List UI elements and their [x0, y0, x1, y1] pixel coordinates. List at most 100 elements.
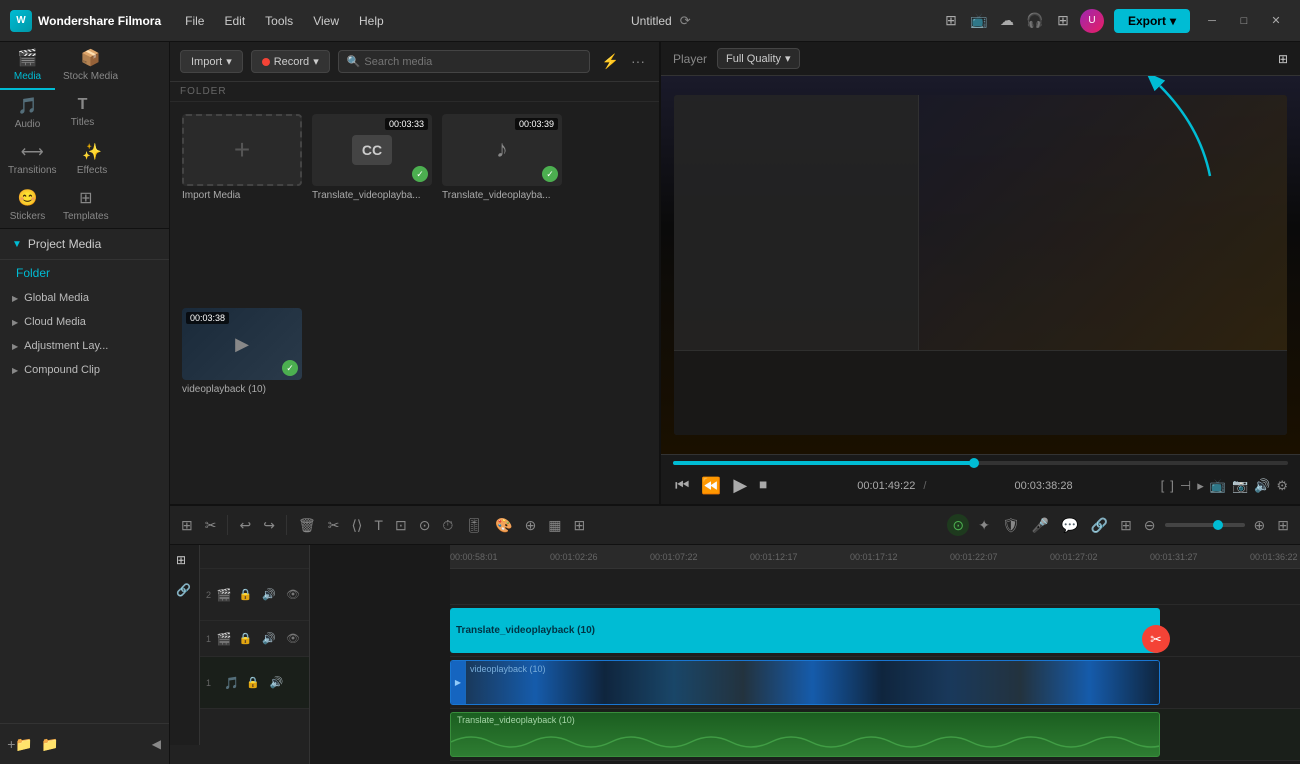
more-button[interactable]: ⊞: [571, 514, 589, 537]
tab-stickers[interactable]: 😊 Stickers: [0, 182, 55, 228]
minimize-button[interactable]: ─: [1198, 10, 1226, 32]
mark-in-icon[interactable]: [: [1161, 478, 1165, 493]
progress-bar[interactable]: [673, 461, 1288, 465]
tab-media[interactable]: 🎬 Media: [0, 42, 55, 90]
settings-icon[interactable]: ⚙: [1276, 478, 1288, 494]
grid-view-button[interactable]: ⊞: [1274, 514, 1292, 537]
menu-edit[interactable]: Edit: [216, 10, 253, 32]
toolbar-icon-1[interactable]: ⊞: [940, 10, 962, 32]
play-button[interactable]: ▶: [731, 473, 749, 498]
audio-mute-icon[interactable]: 🔊: [267, 675, 287, 690]
menu-view[interactable]: View: [305, 10, 347, 32]
menu-tools[interactable]: Tools: [257, 10, 301, 32]
render-preview-icon[interactable]: 📺: [1210, 478, 1226, 494]
export-button[interactable]: Export ▾: [1114, 9, 1190, 33]
snap-button[interactable]: ⊞: [178, 514, 196, 537]
delete-button[interactable]: 🗑: [295, 514, 319, 537]
list-item[interactable]: 00:03:38 ▶ ✓ videoplayback (10): [182, 308, 302, 492]
audio-clip-1[interactable]: Translate_videoplayback (10): [450, 712, 1160, 757]
fullscreen-icon[interactable]: ⊞: [1278, 52, 1288, 66]
link-button[interactable]: 🔗: [1088, 514, 1111, 537]
menu-help[interactable]: Help: [351, 10, 392, 32]
cut-button[interactable]: ✂: [325, 514, 343, 537]
snapshot-icon[interactable]: 📷: [1232, 478, 1248, 494]
mask-button[interactable]: 🛡: [999, 514, 1023, 537]
scissors-icon[interactable]: ✂: [1142, 625, 1170, 653]
sidebar-item-cloud-media[interactable]: ▶ Cloud Media: [0, 310, 169, 334]
tab-templates[interactable]: ⊞ Templates: [55, 182, 117, 228]
captions-button[interactable]: 💬: [1058, 514, 1081, 537]
split-button[interactable]: ⟨⟩: [348, 514, 365, 537]
crop-button[interactable]: ⊡: [392, 514, 410, 537]
timeline-ruler[interactable]: 00:00:58:01 00:01:02:26 00:01:07:22 00:0…: [450, 545, 1300, 569]
search-box[interactable]: 🔍: [338, 50, 590, 73]
color-button[interactable]: 🎨: [492, 514, 515, 537]
cut-overlay-button[interactable]: ✂: [1142, 625, 1170, 653]
audio-lock-icon[interactable]: 🔒: [243, 675, 263, 690]
import-button[interactable]: Import ▾: [180, 50, 243, 73]
search-input[interactable]: [364, 56, 580, 68]
menu-file[interactable]: File: [177, 10, 212, 32]
project-media-header[interactable]: ▼ Project Media: [0, 229, 169, 260]
effect-button[interactable]: ✦: [975, 514, 993, 537]
speed-button[interactable]: ⊙: [416, 514, 434, 537]
record-tl-button[interactable]: 🎤: [1029, 514, 1052, 537]
tab-stock-media[interactable]: 📦 Stock Media: [55, 42, 126, 90]
link-track-icon[interactable]: 🔗: [170, 575, 199, 605]
motion-button[interactable]: ▦: [545, 514, 564, 537]
remove-button[interactable]: 📁: [38, 732, 62, 756]
toolbar-icon-5[interactable]: ⊞: [1052, 10, 1074, 32]
track-mute-icon[interactable]: 🔊: [259, 587, 279, 602]
filter-icon[interactable]: ⚡: [598, 51, 623, 72]
track-mute-icon-2[interactable]: 🔊: [259, 631, 279, 646]
maximize-button[interactable]: □: [1230, 10, 1258, 32]
zoom-in-button[interactable]: ⊕: [1251, 514, 1269, 537]
collapse-panel-button[interactable]: ◀: [152, 737, 161, 751]
zoom-slider[interactable]: [1165, 523, 1245, 527]
overwrite-icon[interactable]: ▸: [1197, 478, 1204, 494]
progress-handle[interactable]: [969, 458, 979, 468]
close-button[interactable]: ✕: [1262, 10, 1290, 32]
ai-button[interactable]: ⊞: [1117, 514, 1135, 537]
stop-button[interactable]: ⏹: [757, 475, 769, 497]
tab-titles[interactable]: T Titles: [55, 90, 110, 136]
video-clip-2[interactable]: Translate_videoplayback (10): [450, 608, 1160, 653]
more-options-icon[interactable]: ···: [627, 51, 649, 72]
tab-audio[interactable]: 🎵 Audio: [0, 90, 55, 136]
sidebar-item-global-media[interactable]: ▶ Global Media: [0, 286, 169, 310]
sidebar-item-compound-clip[interactable]: ▶ Compound Clip: [0, 358, 169, 382]
list-item[interactable]: 00:03:39 ♪ ✓ Translate_videoplayba...: [442, 114, 562, 298]
toolbar-icon-4[interactable]: 🎧: [1024, 10, 1046, 32]
undo-button[interactable]: ↩: [236, 514, 254, 537]
magnet-button[interactable]: ✂: [202, 514, 220, 537]
tab-effects[interactable]: ✨ Effects: [65, 136, 120, 182]
stabilize-button[interactable]: ⊕: [522, 514, 540, 537]
list-item[interactable]: 00:03:33 CC ✓ Translate_videoplayba...: [312, 114, 432, 298]
zoom-out-button[interactable]: ⊖: [1141, 514, 1159, 537]
video-clip-1[interactable]: ▶ videoplayback (10): [450, 660, 1160, 705]
sidebar-item-adjustment[interactable]: ▶ Adjustment Lay...: [0, 334, 169, 358]
list-item[interactable]: + Import Media: [182, 114, 302, 298]
add-track-icon[interactable]: ⊞: [170, 545, 199, 575]
user-avatar[interactable]: U: [1080, 9, 1104, 33]
tab-transitions[interactable]: ⟷ Transitions: [0, 136, 65, 182]
text-button[interactable]: T: [371, 514, 386, 536]
zoom-handle[interactable]: [1213, 520, 1223, 530]
skip-back-button[interactable]: ⏮: [673, 475, 691, 497]
insert-icon[interactable]: ⊣: [1180, 478, 1191, 494]
track-lock-icon[interactable]: 🔒: [236, 587, 256, 602]
step-back-button[interactable]: ⏪: [699, 474, 723, 498]
track-visible-icon-2[interactable]: 👁: [283, 631, 303, 646]
record-button[interactable]: Record ▾: [251, 50, 330, 73]
track-visible-icon[interactable]: 👁: [283, 587, 303, 602]
toolbar-icon-3[interactable]: ☁: [996, 10, 1018, 32]
toggle-speed-button[interactable]: ⊙: [947, 514, 969, 536]
quality-selector[interactable]: Full Quality ▾: [717, 48, 800, 69]
redo-button[interactable]: ↪: [260, 514, 278, 537]
folder-link[interactable]: Folder: [0, 260, 169, 286]
audio-button[interactable]: 🎚: [462, 514, 486, 537]
add-folder-button[interactable]: +📁: [8, 732, 32, 756]
timer-button[interactable]: ⏱: [439, 514, 456, 537]
volume-icon[interactable]: 🔊: [1254, 478, 1270, 494]
toolbar-icon-2[interactable]: 📺: [968, 10, 990, 32]
